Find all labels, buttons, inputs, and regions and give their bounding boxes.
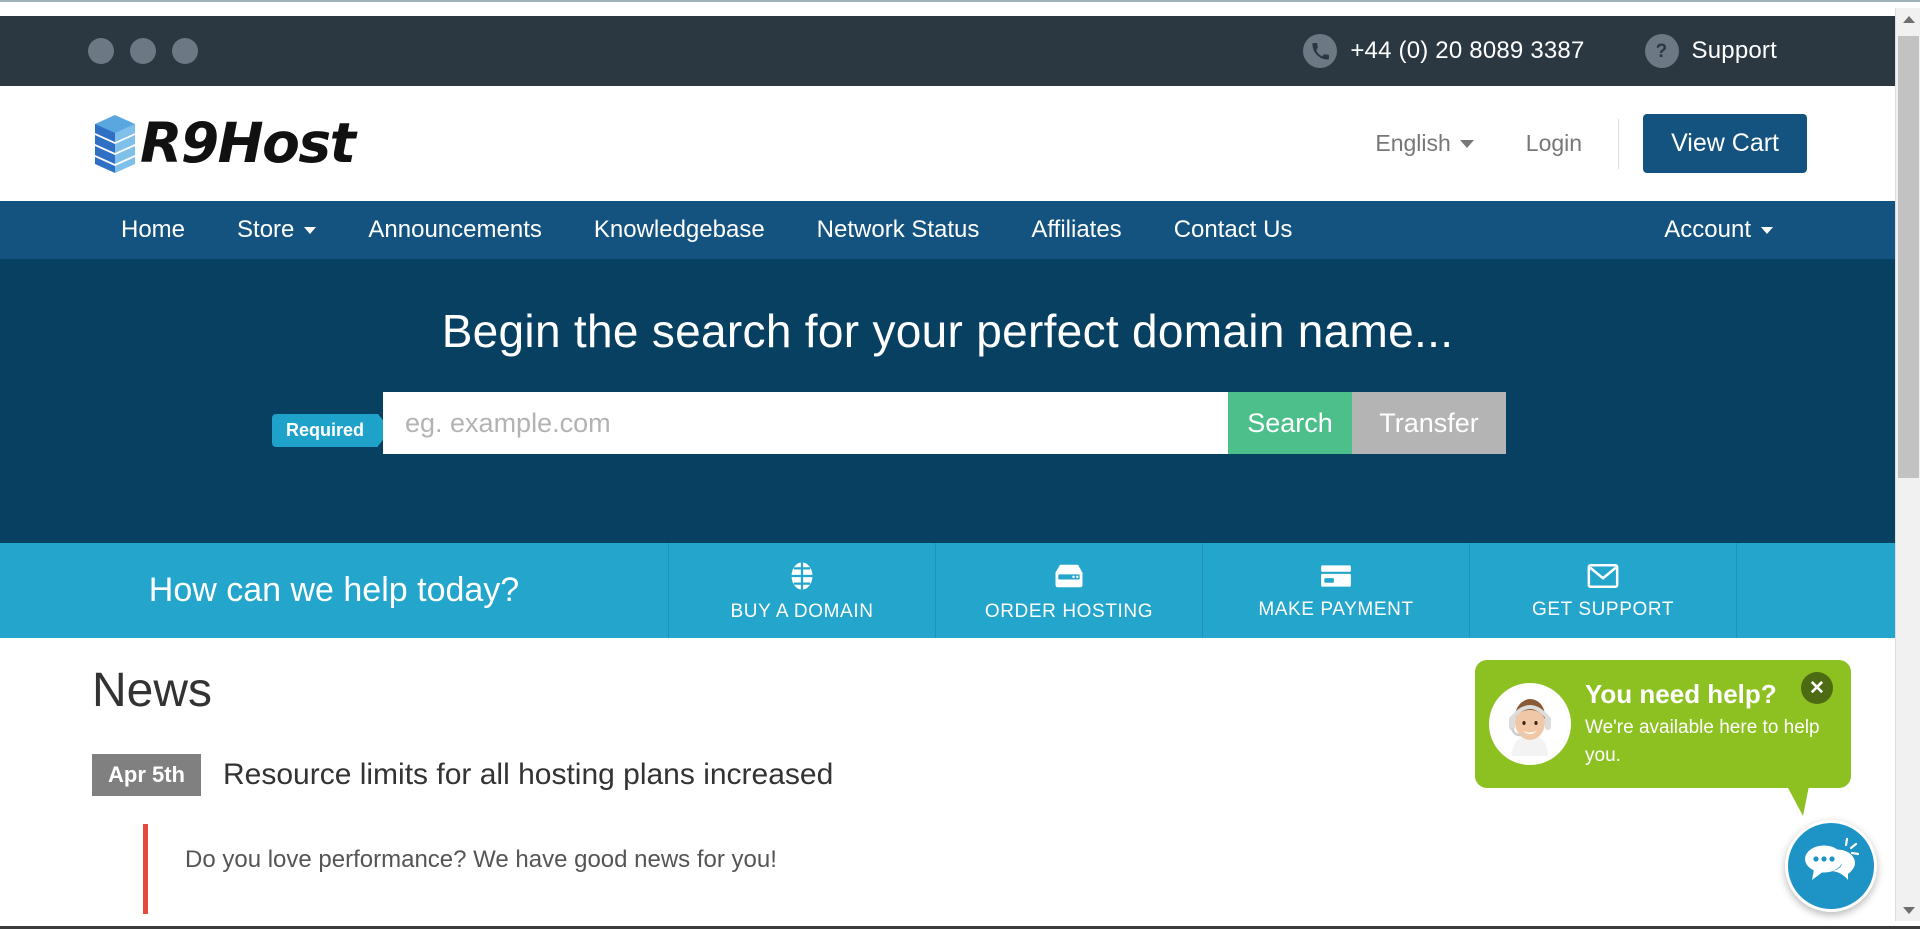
- site-header: R9Host English Login View Cart: [0, 86, 1895, 201]
- nav-item-contact-us[interactable]: Contact Us: [1148, 216, 1319, 244]
- close-icon[interactable]: ✕: [1801, 672, 1833, 704]
- chat-invitation-heading: You need help?: [1585, 678, 1777, 709]
- window-dot-close[interactable]: [88, 38, 114, 64]
- quick-action-label: GET SUPPORT: [1531, 598, 1675, 620]
- nav-item-label: Account: [1664, 216, 1751, 243]
- nav-item-network-status[interactable]: Network Status: [791, 216, 1006, 244]
- support-link-label: Support: [1691, 37, 1777, 64]
- site-logo-text: R9Host: [140, 111, 356, 175]
- phone-number-link[interactable]: +44 (0) 20 8089 3387: [1303, 34, 1584, 68]
- window-bottom-edge: [0, 921, 1920, 929]
- language-selector-label: English: [1375, 130, 1451, 156]
- stacked-server-logo-icon: [92, 113, 138, 175]
- chat-launcher-button[interactable]: [1785, 820, 1877, 912]
- window-dot-minimize[interactable]: [130, 38, 156, 64]
- support-agent-avatar: [1489, 683, 1571, 765]
- nav-item-label: Affiliates: [1031, 216, 1122, 243]
- window-dot-maximize[interactable]: [172, 38, 198, 64]
- language-selector[interactable]: English: [1349, 130, 1499, 157]
- nav-item-store[interactable]: Store: [211, 216, 342, 244]
- help-bar-title: How can we help today?: [148, 571, 520, 609]
- nav-item-label: Network Status: [816, 216, 980, 243]
- nav-item-home[interactable]: Home: [95, 216, 211, 244]
- page-scrollbar[interactable]: [1895, 8, 1920, 921]
- header-divider: [1618, 118, 1620, 169]
- quick-action-label: ORDER HOSTING: [984, 600, 1154, 622]
- quick-action-buy-a-domain[interactable]: BUY A DOMAIN: [668, 543, 935, 638]
- scroll-up-arrow-icon[interactable]: [1896, 8, 1920, 30]
- chat-bubbles-icon: [1802, 837, 1860, 896]
- phone-number-text: +44 (0) 20 8089 3387: [1350, 37, 1585, 64]
- question-mark-icon: ?: [1644, 34, 1679, 68]
- nav-item-label: Announcements: [368, 216, 542, 243]
- top-bar-links: +44 (0) 20 8089 3387 ? Support: [1303, 34, 1777, 68]
- chevron-down-icon: [304, 226, 317, 234]
- chat-invitation-bubble: You need help? We're available here to h…: [1475, 660, 1851, 816]
- nav-item-knowledgebase[interactable]: Knowledgebase: [568, 216, 791, 244]
- required-badge: Required: [272, 414, 392, 447]
- quick-action-label: BUY A DOMAIN: [730, 600, 874, 622]
- nav-item-label: Contact Us: [1173, 216, 1293, 243]
- window-controls: [88, 38, 198, 64]
- quick-action-get-support[interactable]: GET SUPPORT: [1469, 543, 1736, 638]
- globe-icon: [785, 559, 819, 593]
- domain-transfer-button[interactable]: Transfer: [1352, 392, 1506, 454]
- nav-item-account[interactable]: Account: [1638, 216, 1799, 244]
- server-icon: [1051, 559, 1087, 593]
- nav-item-label: Store: [237, 216, 295, 243]
- chevron-down-icon: [1761, 226, 1773, 234]
- login-link-label: Login: [1525, 130, 1583, 156]
- nav-account-wrap: Account: [1638, 216, 1799, 244]
- news-headline-link[interactable]: Resource limits for all hosting plans in…: [223, 758, 833, 792]
- domain-search-hero: Begin the search for your perfect domain…: [0, 259, 1895, 543]
- view-cart-button[interactable]: View Cart: [1643, 114, 1807, 173]
- quick-action-make-payment[interactable]: MAKE PAYMENT: [1202, 543, 1469, 638]
- quick-action-order-hosting[interactable]: ORDER HOSTING: [935, 543, 1202, 638]
- nav-item-affiliates[interactable]: Affiliates: [1005, 216, 1147, 244]
- hero-title: Begin the search for your perfect domain…: [441, 305, 1454, 357]
- utility-top-bar: +44 (0) 20 8089 3387 ? Support: [0, 16, 1895, 86]
- nav-item-list: Home Store Announcements Knowledgebase N…: [95, 216, 1318, 244]
- quick-actions-bar: How can we help today? BUY A DOMAIN ORDE…: [0, 543, 1895, 638]
- window-top-edge: [0, 0, 1920, 8]
- chat-invitation-subtext: We're available here to help you.: [1585, 717, 1820, 766]
- nav-item-label: Home: [121, 216, 186, 243]
- quick-action-label: MAKE PAYMENT: [1258, 598, 1414, 620]
- login-link[interactable]: Login: [1500, 130, 1608, 157]
- chat-invitation-text: You need help? We're available here to h…: [1585, 679, 1820, 769]
- chevron-down-icon: [1459, 139, 1474, 148]
- nav-item-label: Knowledgebase: [593, 216, 765, 243]
- scroll-down-arrow-icon[interactable]: [1896, 899, 1920, 921]
- domain-search-button[interactable]: Search: [1228, 392, 1352, 454]
- news-body-text: Do you love performance? We have good ne…: [143, 824, 1895, 914]
- header-actions: English Login View Cart: [1349, 114, 1807, 173]
- page-content: +44 (0) 20 8089 3387 ? Support R9Host En…: [0, 8, 1895, 921]
- help-bar-filler: [1736, 543, 1895, 638]
- nav-item-announcements[interactable]: Announcements: [342, 216, 567, 244]
- credit-card-icon: [1319, 561, 1353, 591]
- support-link[interactable]: ? Support: [1644, 34, 1777, 68]
- news-date-badge: Apr 5th: [92, 754, 201, 796]
- site-logo[interactable]: R9Host: [92, 111, 356, 175]
- domain-search-input[interactable]: [383, 392, 1228, 454]
- scrollbar-thumb[interactable]: [1898, 36, 1919, 478]
- envelope-icon: [1586, 561, 1620, 591]
- domain-search-form: Search Transfer: [383, 392, 1506, 454]
- main-navigation: Home Store Announcements Knowledgebase N…: [0, 201, 1895, 259]
- phone-icon: [1303, 34, 1338, 68]
- browser-viewport: +44 (0) 20 8089 3387 ? Support R9Host En…: [0, 0, 1920, 929]
